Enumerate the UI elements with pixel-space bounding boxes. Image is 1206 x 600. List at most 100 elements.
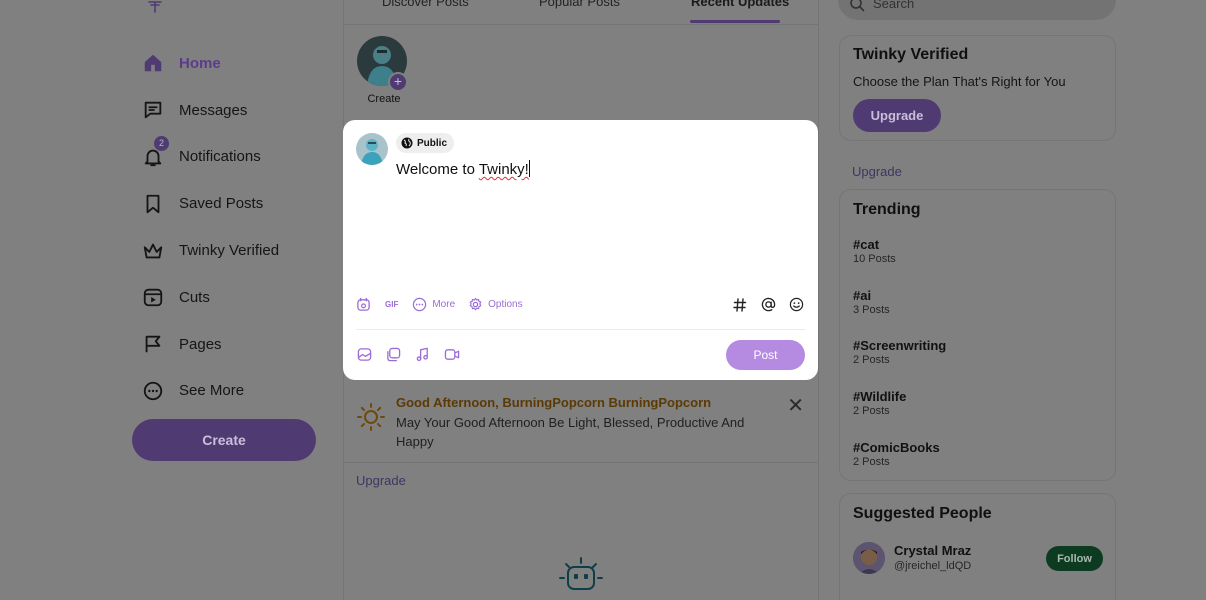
sidebar-item-twinky-verified[interactable]: Twinky Verified — [140, 227, 340, 274]
trending-item[interactable]: #Wildlife 2 Posts — [853, 389, 906, 417]
trending-item[interactable]: #ComicBooks 2 Posts — [853, 440, 940, 468]
more-button[interactable]: More — [412, 297, 455, 312]
trending-tag: #ai — [853, 288, 872, 303]
avatar — [356, 133, 388, 165]
story-create-label: Create — [367, 93, 401, 105]
calendar-icon — [357, 297, 370, 311]
composer-divider — [356, 329, 805, 330]
trending-tag: #ComicBooks — [853, 440, 940, 455]
follow-button[interactable]: Follow — [1046, 546, 1103, 571]
mention-icon[interactable] — [761, 297, 776, 312]
create-post-dialog: Public Welcome to Twinky! GIF More Optio… — [343, 120, 818, 380]
sidebar-item-messages[interactable]: Messages — [140, 87, 340, 134]
suggested-people-card: Suggested People Crystal Mraz @jreichel_… — [839, 493, 1116, 600]
person-handle: @jreichel_ldQD — [894, 560, 972, 572]
audience-selector[interactable]: Public — [396, 133, 455, 153]
trending-tag: #Wildlife — [853, 389, 907, 404]
sidebar-item-saved-posts[interactable]: Saved Posts — [140, 180, 340, 227]
text-cursor — [528, 160, 530, 177]
greeting-card: Good Afternoon, BurningPopcorn BurningPo… — [344, 383, 818, 463]
post-text-input[interactable]: Welcome to Twinky! — [396, 160, 530, 178]
avatar[interactable] — [853, 542, 885, 574]
trending-item[interactable]: #Screenwriting 2 Posts — [853, 338, 946, 366]
home-icon — [140, 50, 166, 76]
trending-card: Trending #cat 10 Posts #ai 3 Posts #Scre… — [839, 189, 1116, 481]
trending-item[interactable]: #cat 10 Posts — [853, 237, 896, 265]
post-text-misspelled-word: Twinky! — [478, 161, 529, 178]
trending-count: 10 Posts — [853, 253, 896, 265]
post-button[interactable]: Post — [726, 340, 805, 370]
robot-icon — [559, 557, 603, 590]
suggested-title: Suggested People — [853, 505, 992, 522]
sidebar-item-label: Notifications — [179, 148, 261, 166]
close-icon[interactable]: ✕ — [787, 393, 804, 418]
hashtag-icon[interactable] — [733, 298, 747, 312]
trending-tag: #Screenwriting — [853, 338, 947, 353]
create-story[interactable]: + Create — [357, 36, 411, 105]
post-text: Welcome to — [396, 161, 479, 178]
sidebar-item-pages[interactable]: Pages — [140, 321, 340, 368]
suggested-person: Crystal Mraz @jreichel_ldQD Follow — [853, 542, 1103, 576]
sidebar-item-label: Messages — [179, 101, 248, 119]
sidebar-item-label: Home — [179, 54, 221, 72]
search-input[interactable]: Search — [873, 0, 914, 11]
image-icon[interactable] — [357, 347, 372, 362]
options-button[interactable]: Options — [468, 297, 523, 312]
trending-count: 2 Posts — [853, 456, 890, 468]
emoji-icon[interactable] — [789, 297, 804, 312]
trending-count: 2 Posts — [853, 405, 890, 417]
composer-toolbar: GIF More Options — [356, 297, 523, 312]
verified-title: Twinky Verified — [853, 46, 969, 63]
trending-count: 3 Posts — [853, 304, 890, 316]
upgrade-button[interactable]: Upgrade — [853, 99, 941, 132]
trending-item[interactable]: #ai 3 Posts — [853, 288, 890, 316]
sidebar-item-label: Cuts — [179, 288, 210, 306]
flag-icon — [140, 331, 166, 357]
media-toolbar — [357, 347, 460, 362]
gear-icon — [469, 297, 482, 311]
add-story-icon: + — [388, 72, 408, 92]
sidebar-item-notifications[interactable]: 2 Notifications — [140, 134, 340, 181]
more-label: More — [432, 299, 456, 310]
sun-icon — [357, 403, 385, 431]
bookmark-icon — [140, 191, 166, 217]
cuts-icon — [140, 284, 166, 310]
app-logo-icon[interactable] — [146, 0, 164, 14]
sidebar-item-cuts[interactable]: Cuts — [140, 274, 340, 321]
tab-discover-posts[interactable]: Discover Posts — [382, 0, 469, 9]
music-icon[interactable] — [415, 347, 430, 362]
greeting-title: Good Afternoon, BurningPopcorn BurningPo… — [396, 395, 712, 410]
search-icon — [850, 0, 865, 12]
feed-upgrade-link[interactable]: Upgrade — [356, 473, 406, 488]
person-name[interactable]: Crystal Mraz — [894, 543, 971, 558]
globe-icon — [401, 137, 413, 149]
sidebar-upgrade-link[interactable]: Upgrade — [852, 164, 902, 179]
audience-label: Public — [417, 137, 448, 149]
message-icon — [140, 97, 166, 123]
create-post-button[interactable]: Create — [132, 419, 316, 461]
feed-right-border — [818, 0, 819, 600]
tab-popular-posts[interactable]: Popular Posts — [539, 0, 620, 9]
gif-button[interactable]: GIF — [385, 300, 398, 309]
trending-tag: #cat — [853, 237, 880, 252]
video-icon[interactable] — [444, 347, 460, 362]
verified-subtitle: Choose the Plan That's Right for You — [853, 74, 1066, 89]
options-label: Options — [488, 299, 523, 310]
sidebar-item-home[interactable]: Home — [140, 40, 340, 87]
sidebar-item-label: See More — [179, 382, 245, 400]
sidebar-item-label: Pages — [179, 335, 222, 353]
greeting-message: May Your Good Afternoon Be Light, Blesse… — [396, 415, 745, 449]
gif-label: GIF — [385, 300, 399, 309]
sidebar-item-label: Saved Posts — [179, 195, 264, 213]
more-icon — [413, 297, 427, 312]
schedule-button[interactable] — [356, 297, 371, 312]
more-icon — [140, 378, 166, 404]
sidebar-nav: Home Messages 2 Notifications Saved Post… — [140, 40, 340, 414]
crown-icon — [140, 238, 166, 264]
notification-count-badge: 2 — [154, 135, 169, 151]
gallery-icon[interactable] — [386, 347, 401, 362]
bell-icon: 2 — [140, 135, 169, 170]
tab-recent-updates[interactable]: Recent Updates — [691, 0, 789, 9]
trending-title: Trending — [853, 201, 921, 218]
sidebar-item-see-more[interactable]: See More — [140, 368, 340, 415]
